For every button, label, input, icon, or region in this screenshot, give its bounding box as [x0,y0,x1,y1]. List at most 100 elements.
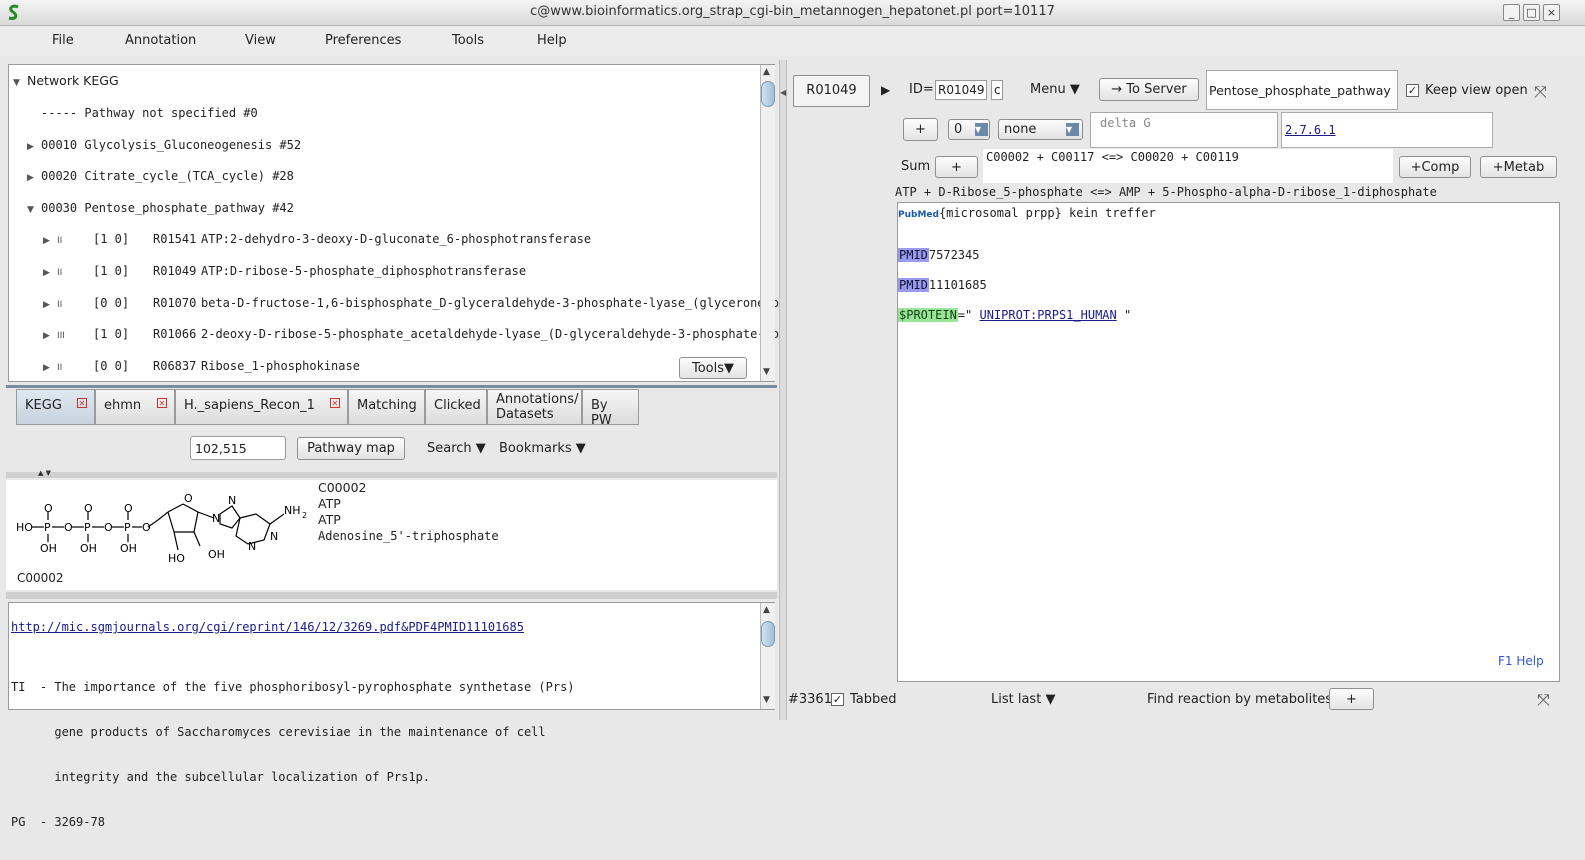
abstract-url-link[interactable]: http://mic.sgmjournals.org/cgi/reprint/1… [11,620,524,634]
id-input[interactable]: R01049 [935,80,987,100]
tree-row-label: 00030 Pentose_phosphate_pathway #42 [41,200,294,215]
id-label: ID= [909,82,934,97]
menu-help[interactable]: Help [537,33,567,48]
bookmarks-menu[interactable]: Bookmarks ▼ [499,441,586,456]
tree-row[interactable]: ▶ 00010 Glycolysis_Gluconeogenesis #52 [27,137,301,157]
splitter-handle[interactable] [6,592,777,599]
tree-row[interactable]: ▶ II [1 0] R01049 ATP:D-ribose-5-phosphate_d… [43,263,526,283]
scroll-thumb[interactable] [761,621,775,647]
detach-icon[interactable]: ⤧ [1537,690,1550,710]
chevron-right-icon[interactable]: ▶ [43,300,57,310]
search-input[interactable]: 102,515 [190,436,286,460]
splitter[interactable] [6,385,777,388]
play-icon[interactable]: ▶ [881,83,890,97]
tree-row[interactable]: ▶ II [0 0] R01070 beta-D-fructose-1,6-bispho… [43,295,779,315]
chevron-down-icon[interactable]: ▼ [1066,123,1079,136]
chevron-right-icon[interactable]: ▶ [27,142,41,152]
chevron-down-icon[interactable]: ▼ [975,123,988,136]
pathway-map-button[interactable]: Pathway map [297,437,405,460]
chevron-down-icon[interactable]: ▼ [27,205,41,215]
scroll-down-icon[interactable]: ▼ [763,695,770,705]
tree-row[interactable]: ▶ 00020 Citrate_cycle_(TCA_cycle) #28 [27,168,294,188]
protein-tag[interactable]: $PROTEIN [898,308,958,322]
sum-add-button[interactable]: + [935,156,978,178]
scroll-up-icon[interactable]: ▲ [763,67,770,77]
collapse-arrows-icon[interactable]: ▲ ▼ [38,469,51,477]
tabbed-checkbox[interactable]: ✓ [831,693,844,706]
abstract-scrollbar[interactable]: ▲ ▼ [760,603,775,709]
uniprot-link[interactable]: UNIPROT:PRPS1_HUMAN [979,308,1116,322]
keep-open-label: Keep view open [1425,83,1528,98]
vertical-splitter[interactable]: ◀ [779,60,787,720]
abstract-line: TI - The importance of the five phosphor… [11,680,575,694]
pathway-field[interactable]: Pentose_phosphate_pathway [1206,70,1398,110]
tree-row[interactable]: ▶ II [1 0] R01541 ATP:2-dehydro-3-deoxy-D-gl… [43,231,591,251]
tab-by-pw[interactable]: By PW [582,389,639,428]
svg-text:P: P [44,521,51,534]
to-server-button[interactable]: → To Server [1099,78,1199,101]
ec-field[interactable]: 2.7.6.1 [1281,112,1493,148]
find-add-button[interactable]: + [1329,688,1374,710]
tab-kegg[interactable]: KEGG ✕ [16,389,95,425]
svg-text:OH: OH [120,542,137,555]
reaction-menu[interactable]: Menu ▼ [1030,82,1080,97]
pmid-tag[interactable]: PMID [898,278,929,292]
tree-row[interactable]: ▼ 00030 Pentose_phosphate_pathway #42 [27,200,294,220]
add-metab-button[interactable]: +Metab [1480,156,1557,178]
tree-scrollbar[interactable]: ▲ ▼ [760,65,775,381]
scroll-thumb[interactable] [761,81,775,107]
tree-root[interactable]: ▼ Network KEGG [13,73,119,93]
chevron-right-icon[interactable]: ▶ [43,363,57,373]
scroll-up-icon[interactable]: ▲ [763,605,770,615]
close-icon[interactable]: ✕ [157,398,167,408]
svg-text:N: N [248,540,256,553]
tools-button[interactable]: Tools▼ [679,357,747,379]
reaction-id-box[interactable]: R01049 [793,75,870,107]
pmid-tag[interactable]: PMID [898,248,929,262]
none-select[interactable]: none ▼ [998,119,1083,140]
structure-id-label: C00002 [17,571,64,585]
tab-recon[interactable]: H._sapiens_Recon_1 ✕ [175,389,348,425]
delta-g-input[interactable]: delta G [1090,112,1278,148]
maximize-button[interactable]: □ [1523,4,1540,21]
chevron-right-icon[interactable]: ▶ [27,173,41,183]
close-icon[interactable]: ✕ [77,398,87,408]
tree-row[interactable]: ▶ III [1 0] R01066 2-deoxy-D-ribose-5-phosph… [43,326,779,346]
ec-link[interactable]: 2.7.6.1 [1285,123,1336,137]
splitter-handle[interactable]: ▲ ▼ [6,469,777,478]
add-comp-button[interactable]: +Comp [1399,156,1471,178]
compound-line: C00002 [318,480,367,495]
tab-ehmn[interactable]: ehmn ✕ [95,389,175,425]
tab-annotations[interactable]: Annotations/ Datasets [487,389,582,425]
count-select[interactable]: 0 ▼ [948,119,990,140]
equation-field[interactable]: C00002 + C00117 <=> C00020 + C00119 [983,149,1393,183]
tab-clicked[interactable]: Clicked [425,389,487,425]
close-icon[interactable]: ✕ [330,398,340,408]
keep-open-checkbox[interactable]: ✓ [1406,84,1419,97]
minimize-button[interactable]: _ [1503,4,1520,21]
menu-view[interactable]: View [245,33,276,48]
list-last-menu[interactable]: List last ▼ [991,692,1055,707]
menu-preferences[interactable]: Preferences [325,33,401,48]
detach-icon[interactable]: ⤧ [1534,82,1547,102]
add-button[interactable]: + [903,118,938,141]
tree-row[interactable]: ----- Pathway not specified #0 [27,105,258,125]
menu-tools[interactable]: Tools [452,33,484,48]
compartment-input[interactable]: c [991,80,1003,100]
menu-bar: File Annotation View Preferences Tools H… [0,27,1585,56]
tree-row[interactable]: ▶ II [0 0] R06837 Ribose_1-phosphokinase [43,358,360,378]
tab-matching[interactable]: Matching [348,389,425,425]
chevron-right-icon[interactable]: ▶ [43,331,57,341]
search-menu[interactable]: Search ▼ [427,441,486,456]
menu-annotation[interactable]: Annotation [125,33,196,48]
menu-file[interactable]: File [52,33,74,48]
pubmed-icon[interactable]: PubMed [898,210,939,220]
chevron-right-icon[interactable]: ▶ [43,236,57,246]
notes-editor[interactable]: PubMed{microsomal prpp} kein treffer PMI… [897,202,1560,682]
chevron-right-icon[interactable]: ▶ [43,268,57,278]
svg-text:N: N [270,530,278,543]
scroll-down-icon[interactable]: ▼ [763,367,770,377]
chevron-left-icon[interactable]: ◀ [780,88,786,97]
help-link[interactable]: F1 Help [1498,654,1544,668]
close-button[interactable]: × [1543,4,1560,21]
